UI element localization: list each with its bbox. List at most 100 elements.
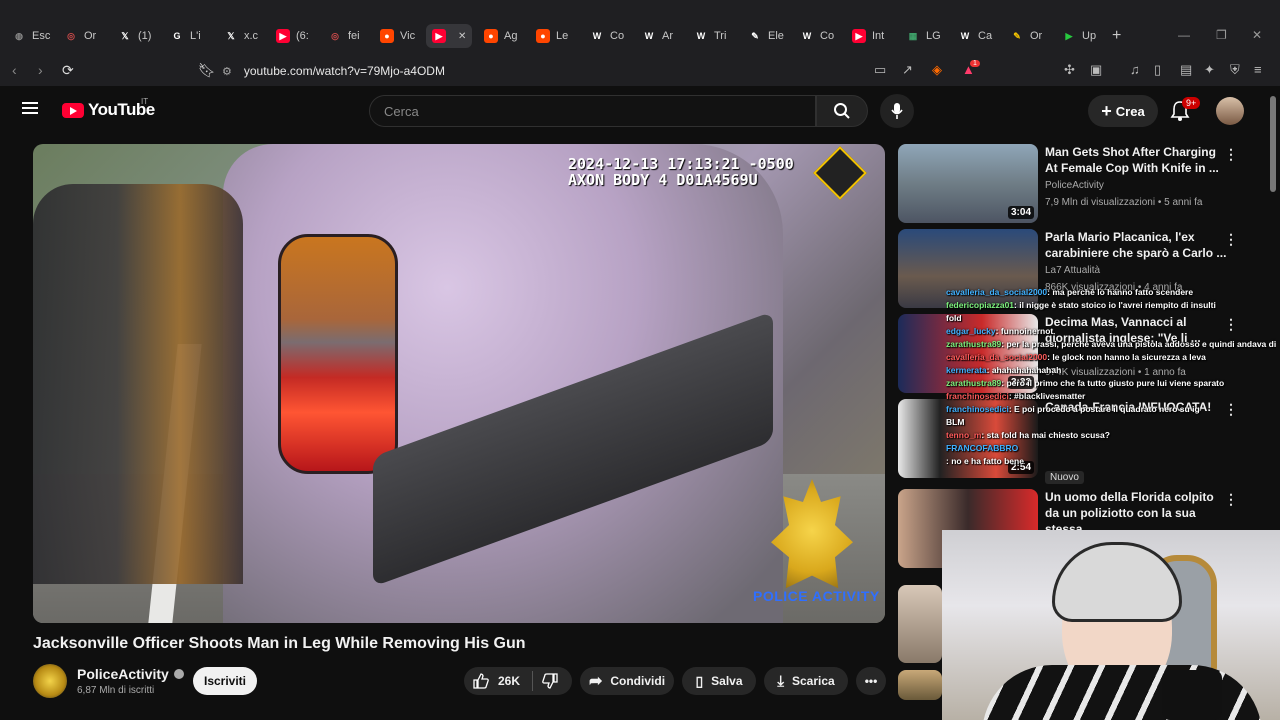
channel-avatar[interactable] [33, 664, 67, 698]
recommendation-thumbnail[interactable]: 3:04 [898, 144, 1038, 223]
reload-icon[interactable]: ⟳ [62, 62, 74, 79]
cast-icon[interactable]: ▭ [874, 62, 886, 78]
recommendation-item[interactable]: 3:04 Man Gets Shot After Charging At Fem… [898, 144, 1278, 224]
browser-tab[interactable]: W Co [800, 24, 834, 48]
vpn-icon[interactable]: ⛨ [1230, 62, 1240, 78]
download-button[interactable]: ⤓ Scarica [764, 667, 848, 695]
chat-text: : ahahahahahahah [986, 365, 1062, 375]
thumbs-down-icon[interactable] [541, 672, 559, 690]
kebab-menu-icon[interactable]: ⋮ [1224, 491, 1238, 508]
sidebar-icon[interactable]: ▯ [1154, 62, 1161, 78]
account-avatar[interactable] [1216, 97, 1244, 125]
browser-tab[interactable]: W Ca [958, 24, 992, 48]
scrollbar-thumb[interactable] [1270, 96, 1276, 192]
browser-tab[interactable]: ▶ Int [852, 24, 884, 48]
video-player[interactable]: 2024-12-13 17:13:21 -0500 AXON BODY 4 D0… [33, 144, 885, 623]
youtube-icon: ▶ [852, 29, 866, 43]
create-label: Crea [1115, 103, 1145, 119]
reddit-icon: ● [484, 29, 498, 43]
browser-tab-label: fei [348, 30, 360, 42]
screenshot-icon[interactable]: ▣ [1090, 62, 1102, 78]
channel-watermark: POLICE ACTIVITY [753, 588, 880, 604]
browser-tab[interactable]: ▶ (6: [276, 24, 309, 48]
like-button[interactable]: 26K [472, 672, 520, 690]
bookmark-icon[interactable]: 🔖︎ [198, 62, 216, 79]
recommendation-title[interactable]: Parla Mario Placanica, l'ex carabiniere … [1045, 229, 1230, 261]
wikipedia-icon: W [960, 31, 970, 41]
target-icon: ◎ [331, 30, 339, 41]
leo-icon[interactable]: ✦ [1204, 62, 1215, 78]
browser-tab[interactable]: W Co [590, 24, 624, 48]
notification-badge: 9+ [1182, 97, 1201, 109]
recommendation-channel[interactable]: La7 Attualità [1045, 265, 1100, 276]
chat-username: cavalleria_da_social2000 [946, 287, 1048, 297]
recommendation-thumbnail-partial[interactable] [898, 585, 942, 663]
browser-tab[interactable]: W Tri [694, 24, 727, 48]
browser-tab[interactable]: ▦ LG [906, 24, 941, 48]
browser-tab-label: LG [926, 30, 941, 42]
maximize-icon[interactable]: ❐ [1216, 28, 1227, 42]
media-icon[interactable]: ♫ [1130, 62, 1140, 77]
kebab-menu-icon[interactable]: ⋮ [1224, 146, 1238, 163]
browser-tab-label: L'i [190, 30, 201, 42]
recommendation-channel[interactable]: PoliceActivity [1045, 180, 1104, 191]
new-tab-button[interactable]: + [1112, 24, 1121, 48]
close-tab-icon[interactable]: ✕ [458, 31, 466, 42]
forward-icon[interactable]: › [38, 62, 43, 78]
brave-shield-icon[interactable]: ◈ [932, 62, 942, 78]
browser-tab[interactable]: ✎ Ele [748, 24, 784, 48]
chat-text: BLM [946, 417, 965, 427]
minimize-icon[interactable]: — [1178, 28, 1190, 42]
browser-tab[interactable]: ◎ fei [328, 24, 360, 48]
chat-text: : funnoinernot [995, 326, 1054, 336]
channel-name: PoliceActivity [77, 666, 169, 682]
share-button[interactable]: ➦ Condividi [580, 667, 674, 695]
country-code: IT [141, 97, 149, 106]
thumbs-up-icon [473, 673, 489, 689]
more-actions-button[interactable]: ••• [856, 667, 886, 695]
browser-tab[interactable]: ● Le [536, 24, 568, 48]
browser-tab[interactable]: ▶ Up [1062, 24, 1097, 48]
new-badge: Nuovo [1045, 471, 1084, 484]
browser-tab[interactable]: ✎ Or [1010, 24, 1042, 48]
save-button[interactable]: ▯ Salva [682, 667, 756, 695]
recommendation-thumbnail-partial[interactable] [898, 670, 942, 700]
search-input[interactable]: Cerca [369, 95, 816, 127]
browser-tab[interactable]: ◎ Or [64, 24, 96, 48]
extensions-icon[interactable]: ✣ [1064, 62, 1075, 78]
bodycam-device: AXON BODY 4 D01A4569U [568, 171, 758, 189]
site-info-icon[interactable]: ⚙ [222, 65, 232, 78]
browser-tab-label: Ele [768, 30, 784, 42]
browser-menu-icon[interactable]: ≡ [1254, 62, 1262, 77]
stream-chat-overlay: cavalleria_da_social2000: ma perchè lo h… [946, 286, 1276, 468]
hamburger-menu-icon[interactable] [22, 102, 38, 114]
browser-tab[interactable]: ● Ag [484, 24, 517, 48]
subscribe-button[interactable]: Iscriviti [193, 667, 257, 695]
browser-tab[interactable]: ▶ ✕ [426, 24, 473, 48]
axon-logo-icon [813, 146, 867, 200]
browser-tab-label: x.c [244, 30, 259, 42]
share-page-icon[interactable]: ↗ [902, 62, 913, 78]
chat-message: cavalleria_da_social2000: le glock non h… [946, 351, 1276, 364]
bodycam-overlay: 2024-12-13 17:13:21 -0500 AXON BODY 4 D0… [568, 156, 794, 188]
chat-message: franchinosedici: #blacklivesmatter [946, 390, 1276, 403]
kebab-menu-icon[interactable]: ⋮ [1224, 231, 1238, 248]
browser-tab[interactable]: W Ar [642, 24, 673, 48]
back-icon[interactable]: ‹ [12, 62, 17, 78]
save-label: Salva [711, 674, 743, 688]
voice-search-button[interactable] [880, 94, 914, 128]
search-button[interactable] [816, 95, 868, 127]
browser-tab[interactable]: ◍ Esc [12, 24, 50, 48]
browser-tab[interactable]: 𝕏 (1) [118, 24, 151, 48]
wallet-icon[interactable]: ▤ [1180, 62, 1192, 78]
channel-name-link[interactable]: PoliceActivity [77, 666, 184, 682]
create-button[interactable]: + Crea [1088, 95, 1158, 127]
browser-tab[interactable]: G L'i [170, 24, 201, 48]
browser-tab[interactable]: ● Vic [380, 24, 415, 48]
close-window-icon[interactable]: ✕ [1252, 28, 1262, 42]
browser-tab[interactable]: 𝕏x.c [224, 24, 258, 48]
webcam-cap [1052, 542, 1182, 622]
wikipedia-icon: W [802, 31, 812, 41]
recommendation-title[interactable]: Man Gets Shot After Charging At Female C… [1045, 144, 1230, 176]
more-horizontal-icon: ••• [864, 674, 878, 688]
